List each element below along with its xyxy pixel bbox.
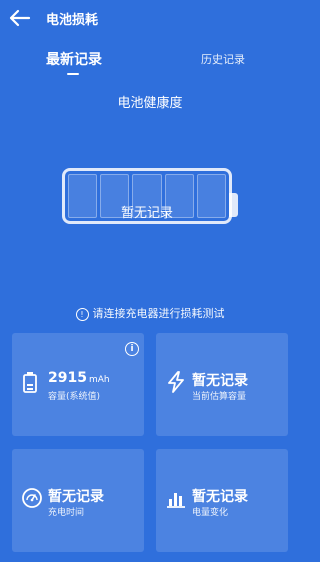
info-icon[interactable]: i: [125, 342, 139, 356]
battery-health-title: 电池健康度: [117, 96, 183, 111]
gauge-icon: [22, 488, 42, 508]
tab-history-record[interactable]: 历史记录: [201, 51, 245, 67]
tab-latest-record[interactable]: 最新记录: [46, 49, 102, 69]
charger-hint: ! 请连接充电器进行损耗测试: [0, 305, 300, 321]
charge-change-label: 电量变化: [192, 508, 229, 518]
estimate-capacity-label: 当前估算容量: [192, 392, 247, 402]
app-header: 电池损耗: [0, 0, 300, 36]
battery-health-status: 暂无记录: [120, 206, 173, 221]
capacity-label: 容量(系统值): [48, 392, 101, 402]
charge-time-label: 充电时间: [48, 508, 85, 518]
charge-change-card[interactable]: 暂无记录 电量变化: [156, 449, 288, 552]
capacity-card[interactable]: i 2915 mAh 容量(系统值): [12, 333, 144, 436]
exclamation-icon: !: [75, 307, 89, 321]
estimate-capacity-value: 暂无记录: [192, 373, 248, 389]
page-title: 电池损耗: [46, 13, 99, 28]
back-arrow-icon[interactable]: [8, 8, 32, 28]
charge-time-value: 暂无记录: [48, 489, 104, 505]
charge-time-card[interactable]: 暂无记录 充电时间: [12, 449, 144, 552]
bar-chart-icon: [167, 493, 185, 508]
charge-change-value: 暂无记录: [192, 489, 248, 505]
capacity-value: 2915: [48, 370, 87, 386]
lightning-icon: [168, 371, 184, 393]
capacity-unit: mAh: [88, 375, 110, 385]
estimate-capacity-card[interactable]: 暂无记录 当前估算容量: [156, 333, 288, 436]
charger-hint-text: 请连接充电器进行损耗测试: [92, 307, 225, 320]
capacity-value-line: 2915 mAh: [48, 370, 110, 386]
battery-icon: [23, 372, 37, 393]
active-tab-indicator: [67, 73, 79, 75]
